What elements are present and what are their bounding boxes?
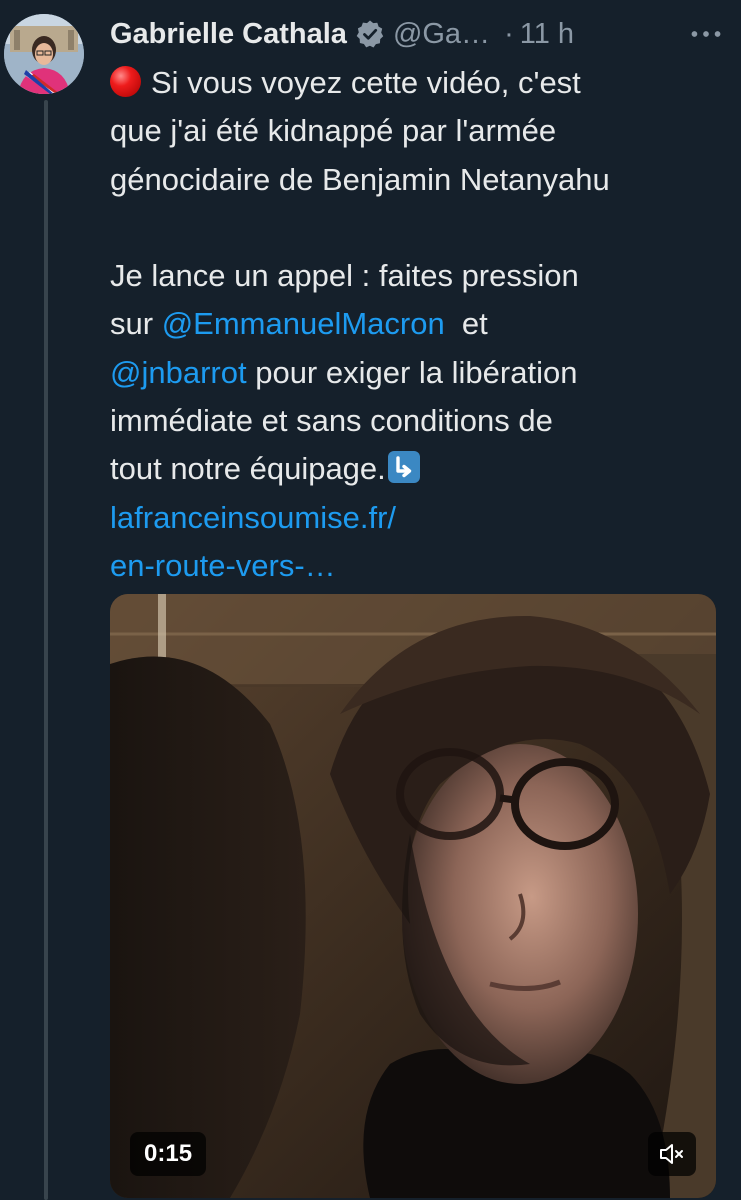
more-icon[interactable]	[688, 12, 724, 56]
tweet-line: Si vous voyez cette vidéo, c'est	[151, 65, 581, 100]
tweet-line: que j'ai été kidnappé par l'armée	[110, 113, 557, 149]
tweet-header: Gabrielle Cathala @Ga… · 11 h	[110, 12, 730, 56]
author-name[interactable]: Gabrielle Cathala	[110, 18, 347, 51]
tweet-text-fragment: et	[444, 306, 488, 342]
tweet-text-fragment: sur	[110, 306, 162, 342]
separator-dot: ·	[504, 17, 514, 50]
tweet-line: Je lance un appel : faites pression	[110, 258, 579, 294]
red-circle-icon	[110, 66, 141, 97]
tweet-text: Si vous voyez cette vidéo, c'est que j'a…	[110, 59, 738, 590]
verified-badge-icon	[355, 19, 385, 49]
muted-speaker-icon[interactable]	[648, 1132, 696, 1176]
video-duration: 0:15	[130, 1132, 207, 1176]
avatar[interactable]	[4, 14, 84, 94]
tweet-line: immédiate et sans conditions de	[110, 403, 553, 439]
mention-emmanuelmacron[interactable]: @EmmanuelMacron	[162, 306, 445, 341]
tweet-line: génocidaire de Benjamin Netanyahu	[110, 161, 610, 197]
video-player[interactable]: 0:15	[110, 594, 716, 1198]
mention-jnbarrot[interactable]: @jnbarrot	[110, 355, 247, 390]
author-handle[interactable]: @Ga…	[393, 18, 490, 51]
external-link-continued[interactable]: en-route-vers-…	[110, 542, 738, 590]
thread-connector-line	[44, 100, 48, 1200]
video-frame	[110, 594, 716, 1198]
tweet-text-fragment: pour exiger la libération	[246, 354, 578, 390]
external-link[interactable]: lafranceinsoumise.fr/	[110, 494, 738, 542]
tweet-line: tout notre équipage.	[110, 451, 386, 487]
timestamp[interactable]: 11 h	[520, 18, 574, 51]
arrow-down-right-icon	[387, 451, 420, 484]
